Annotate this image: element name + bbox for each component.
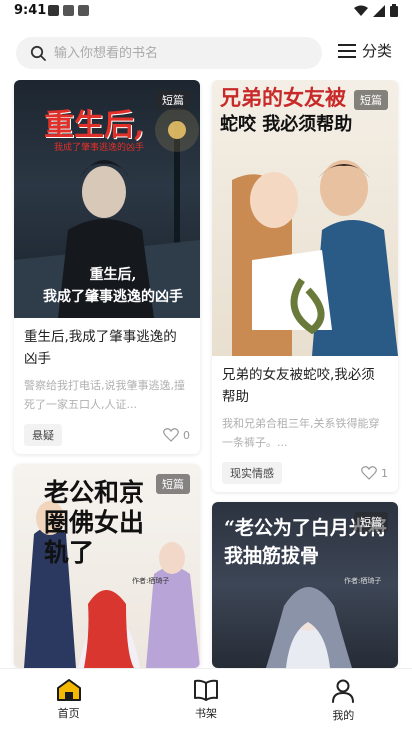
nav-home-label: 首页 [57,707,80,720]
battery-icon [390,4,398,17]
cover-subtitle: 我成了肇事逃逸的凶手 [54,143,145,153]
cover-title: 重生后, [44,108,145,143]
book-description: 我和兄弟合租三年,关系铁得能穿一条裤子。... [222,417,380,449]
signal-icon [373,4,385,17]
book-card[interactable]: 老公和京圈佛女出轨了 作者:栖琦子 短篇 [14,464,200,668]
cover-author: 作者:栖琦子 [344,577,382,585]
status-bar: 9:41 [0,0,412,24]
heart-icon [163,428,179,442]
notification-icons [48,5,89,16]
card-footer: 现实情感 1 [222,462,388,484]
notification-icon [48,5,59,16]
short-story-badge: 短篇 [156,474,190,494]
genre-tag[interactable]: 现实情感 [222,462,282,484]
book-cover: 兄弟的女友被 蛇咬 我必须帮助 短篇 [212,80,398,356]
short-story-badge: 短篇 [354,512,388,532]
notification-icon [63,5,74,16]
nav-bookshelf-label: 书架 [194,707,217,720]
category-button[interactable]: 分类 [338,40,392,61]
system-icons [354,4,398,17]
nav-profile[interactable]: 我的 [275,669,412,732]
book-cover: “老公为了白月光将我抽筋拔骨 作者:栖琦子 短篇 [212,502,398,668]
card-body: 重生后,我成了肇事逃逸的凶手 警察给我打电话,说我肇事逃逸,撞死了一家五口人,人… [14,318,200,454]
like-count: 1 [381,466,388,480]
nav-bookshelf[interactable]: 书架 [137,669,274,732]
book-card[interactable]: 重生后, 我成了肇事逃逸的凶手 重生后, 我成了肇事逃逸的凶手 短篇 重生后,我… [14,80,200,454]
cover-subtitle: 蛇咬 我必须帮助 [220,114,353,135]
search-box[interactable] [16,37,322,69]
book-grid[interactable]: 重生后, 我成了肇事逃逸的凶手 重生后, 我成了肇事逃逸的凶手 短篇 重生后,我… [0,80,412,668]
card-body: 兄弟的女友被蛇咬,我必须帮助 我和兄弟合租三年,关系铁得能穿一条裤子。... 现… [212,356,398,492]
nav-home[interactable]: 首页 [0,669,137,732]
like-button[interactable]: 1 [361,466,388,480]
search-input[interactable] [54,45,294,61]
home-icon [56,679,81,701]
genre-tag[interactable]: 悬疑 [24,424,62,446]
user-icon [332,679,355,703]
book-card[interactable]: 兄弟的女友被 蛇咬 我必须帮助 短篇 兄弟的女友被蛇咬,我必须帮助 我和兄弟合租… [212,80,398,492]
book-icon [193,679,218,701]
search-icon [30,45,46,61]
cover-title: 老公和京圈佛女出轨了 [44,478,145,567]
book-cover: 重生后, 我成了肇事逃逸的凶手 重生后, 我成了肇事逃逸的凶手 短篇 [14,80,200,318]
status-time: 9:41 [14,3,47,18]
wifi-icon [354,5,368,16]
book-description: 警察给我打电话,说我肇事逃逸,撞死了一家五口人,人证... [24,379,185,411]
nav-profile-label: 我的 [332,709,355,722]
book-cover: 老公和京圈佛女出轨了 作者:栖琦子 短篇 [14,464,200,668]
category-label: 分类 [362,42,393,60]
book-card[interactable]: “老公为了白月光将我抽筋拔骨 作者:栖琦子 短篇 [212,502,398,668]
menu-icon [338,43,356,58]
bottom-nav: 首页 书架 我的 [0,668,412,732]
like-count: 0 [183,428,190,442]
cover-title: 兄弟的女友被 [220,85,346,110]
book-title: 重生后,我成了肇事逃逸的凶手 [24,329,177,367]
heart-icon [361,466,377,480]
card-footer: 悬疑 0 [24,424,190,446]
short-story-badge: 短篇 [354,90,388,110]
short-story-badge: 短篇 [156,90,190,110]
notification-icon [78,5,89,16]
header: 分类 [0,30,412,76]
like-button[interactable]: 0 [163,428,190,442]
book-title: 兄弟的女友被蛇咬,我必须帮助 [222,367,375,405]
cover-author: 作者:栖琦子 [132,577,170,585]
cover-caption: 重生后, 我成了肇事逃逸的凶手 [43,267,183,305]
